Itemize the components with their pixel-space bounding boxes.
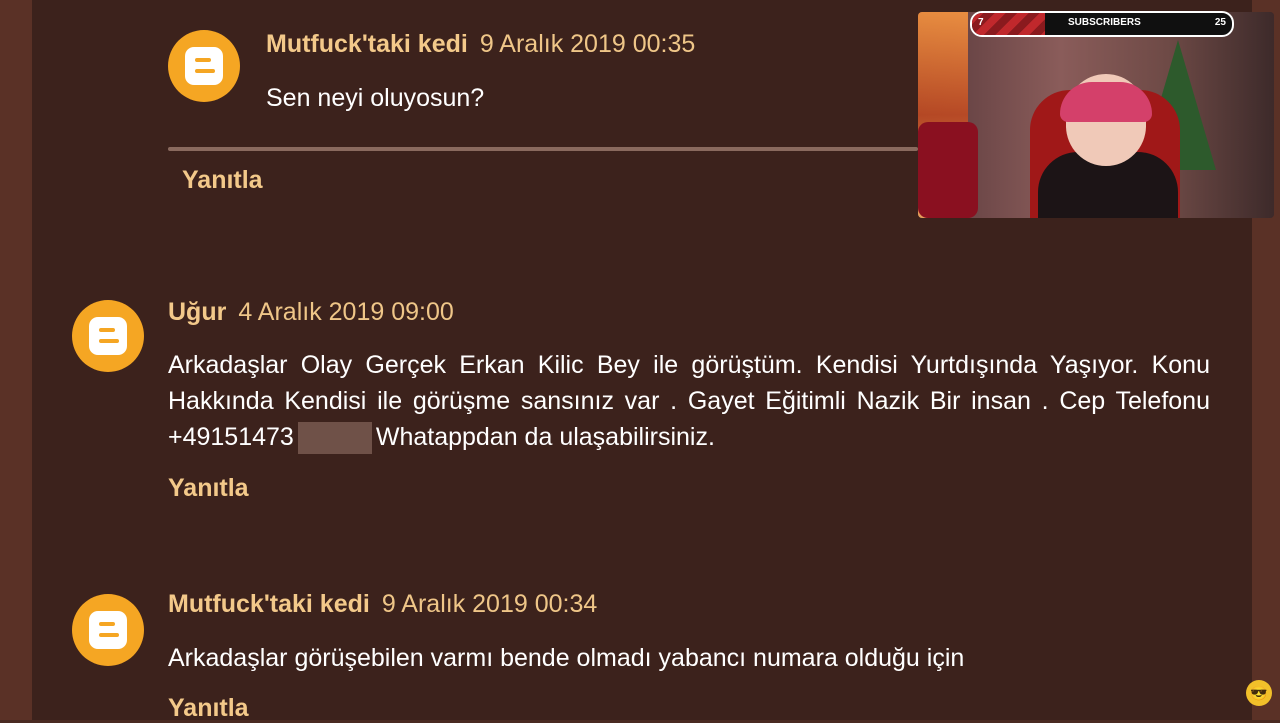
streamer-hair bbox=[1060, 82, 1152, 122]
subscriber-goal: 25 bbox=[1214, 17, 1226, 28]
reply-link[interactable]: Yanıtla bbox=[182, 166, 263, 195]
comment-text-line: Hakkında Kendisi ile görüşme sansınız va… bbox=[168, 387, 1210, 415]
phone-number: +49151473 bbox=[168, 423, 294, 451]
emote-icon: 😎 bbox=[1246, 680, 1272, 706]
comment-text-line: +49151473 Whatappdan da ulaşabilirsiniz. bbox=[168, 419, 715, 455]
subscriber-label: SUBSCRIBERS bbox=[1068, 17, 1141, 28]
comment-author[interactable]: Uğur bbox=[168, 298, 226, 326]
comment-date[interactable]: 9 Aralık 2019 00:34 bbox=[382, 590, 597, 618]
comment-date[interactable]: 4 Aralık 2019 09:00 bbox=[238, 298, 453, 326]
blogger-icon[interactable] bbox=[168, 30, 240, 102]
comment-header: Mutfuck'taki kedi 9 Aralık 2019 00:35 bbox=[266, 30, 695, 59]
comment-header: Uğur 4 Aralık 2019 09:00 bbox=[168, 298, 454, 327]
page-border-left bbox=[0, 0, 32, 720]
blogger-icon[interactable] bbox=[72, 300, 144, 372]
comment-author[interactable]: Mutfuck'taki kedi bbox=[266, 30, 468, 58]
subscriber-goal-bar: 7 SUBSCRIBERS 25 bbox=[970, 11, 1234, 37]
subscriber-current: 7 bbox=[978, 17, 984, 28]
reply-divider bbox=[168, 147, 918, 151]
candy-cane-decor bbox=[918, 122, 978, 218]
comment-text: Sen neyi oluyosun? bbox=[266, 84, 485, 112]
blogger-icon[interactable] bbox=[72, 594, 144, 666]
comment-date[interactable]: 9 Aralık 2019 00:35 bbox=[480, 30, 695, 58]
reply-link[interactable]: Yanıtla bbox=[168, 474, 249, 503]
reply-link[interactable]: Yanıtla bbox=[168, 694, 249, 723]
comment-header: Mutfuck'taki kedi 9 Aralık 2019 00:34 bbox=[168, 590, 597, 619]
webcam-overlay bbox=[918, 12, 1274, 218]
comment-text: Arkadaşlar görüşebilen varmı bende olmad… bbox=[168, 644, 965, 672]
comment-text: Whatappdan da ulaşabilirsiniz. bbox=[375, 423, 715, 451]
comment-author[interactable]: Mutfuck'taki kedi bbox=[168, 590, 370, 618]
comment-text-line: Arkadaşlar Olay Gerçek Erkan Kilic Bey i… bbox=[168, 351, 1210, 379]
redacted-block bbox=[297, 422, 372, 455]
